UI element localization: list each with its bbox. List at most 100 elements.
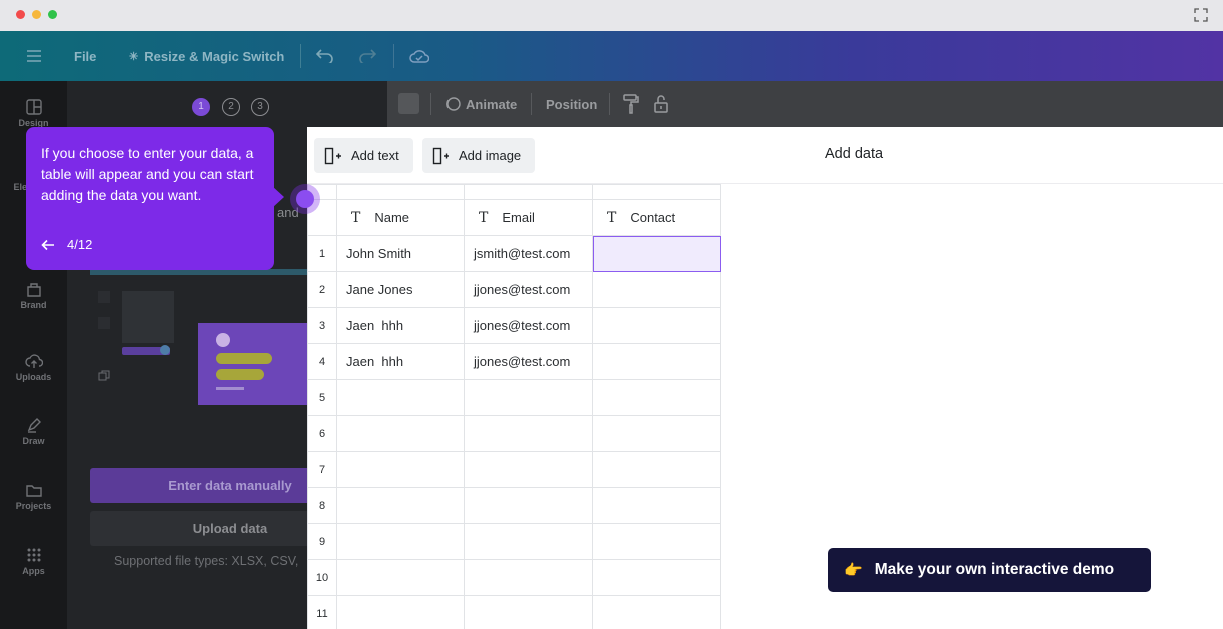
minimize-window-dot[interactable] (32, 10, 41, 19)
tooltip-text: If you choose to enter your data, a tabl… (41, 143, 263, 206)
cell-contact[interactable] (593, 452, 721, 488)
cloud-saved-icon[interactable] (409, 31, 429, 81)
cell-contact-selected[interactable] (593, 236, 721, 272)
cell-contact[interactable] (593, 308, 721, 344)
cell-name[interactable] (337, 380, 465, 416)
rail-item-brand[interactable]: Brand (0, 281, 67, 310)
cell-email[interactable]: jjones@test.com (465, 344, 593, 380)
cell-contact[interactable] (593, 380, 721, 416)
column-handle (593, 185, 721, 200)
cell-name[interactable]: John Smith (337, 236, 465, 272)
rail-item-design[interactable]: Design (0, 99, 67, 128)
column-header-name[interactable]: TName (337, 200, 465, 236)
cell-name[interactable]: Jane Jones (337, 272, 465, 308)
maximize-window-dot[interactable] (48, 10, 57, 19)
row-number: 2 (308, 272, 337, 308)
cell-contact[interactable] (593, 560, 721, 596)
column-label: Contact (630, 210, 675, 225)
cell-email[interactable] (465, 560, 593, 596)
step-indicator-3: 3 (251, 98, 269, 116)
rail-item-draw[interactable]: Draw (0, 417, 67, 446)
cell-name[interactable] (337, 452, 465, 488)
table-row: 1 John Smith jsmith@test.com (308, 236, 721, 272)
column-header-contact[interactable]: TContact (593, 200, 721, 236)
cell-name[interactable] (337, 488, 465, 524)
fullscreen-icon[interactable] (1194, 8, 1208, 22)
cell-email[interactable] (465, 452, 593, 488)
rail-item-projects[interactable]: Projects (0, 482, 67, 511)
rail-label: Draw (22, 436, 44, 446)
add-text-label: Add text (351, 148, 399, 163)
cell-name[interactable] (337, 416, 465, 452)
rail-item-uploads[interactable]: Uploads (0, 353, 67, 382)
hotspot-beacon[interactable] (290, 184, 320, 214)
lock-icon[interactable] (653, 81, 669, 127)
window-chrome (0, 0, 1223, 31)
cell-name[interactable] (337, 560, 465, 596)
add-column-icon (432, 147, 450, 165)
cell-email[interactable] (465, 596, 593, 629)
cell-name[interactable] (337, 596, 465, 629)
redo-icon[interactable] (358, 31, 376, 81)
arrow-left-icon[interactable] (41, 239, 55, 251)
table-row: 8 (308, 488, 721, 524)
tooltip-pointer (272, 186, 284, 208)
cell-contact[interactable] (593, 344, 721, 380)
rail-label: Uploads (16, 372, 52, 382)
add-image-button[interactable]: Add image (422, 138, 535, 173)
cell-email[interactable] (465, 380, 593, 416)
cell-contact[interactable] (593, 488, 721, 524)
cell-email[interactable] (465, 416, 593, 452)
make-demo-cta-button[interactable]: 👉 Make your own interactive demo (828, 548, 1151, 592)
row-number: 1 (308, 236, 337, 272)
add-text-button[interactable]: Add text (314, 138, 413, 173)
row-number: 9 (308, 524, 337, 560)
cell-contact[interactable] (593, 272, 721, 308)
color-swatch[interactable] (398, 93, 419, 114)
data-editor-title: Add data (825, 146, 883, 162)
table-row: 11 (308, 596, 721, 629)
table-row: 6 (308, 416, 721, 452)
cell-name[interactable]: Jaen hhh (337, 344, 465, 380)
table-row: 5 (308, 380, 721, 416)
column-label: Name (374, 210, 409, 225)
resize-label: Resize & Magic Switch (144, 49, 284, 64)
resize-magic-switch-button[interactable]: ✳ Resize & Magic Switch (129, 31, 284, 81)
step-indicator-1: 1 (192, 98, 210, 116)
row-number: 7 (308, 452, 337, 488)
layout-icon (26, 99, 42, 115)
cell-email[interactable]: jjones@test.com (465, 308, 593, 344)
menu-icon[interactable] (26, 31, 42, 81)
cell-contact[interactable] (593, 524, 721, 560)
undo-icon[interactable] (316, 31, 334, 81)
rail-item-apps[interactable]: Apps (0, 547, 67, 576)
cell-name[interactable]: Jaen hhh (337, 308, 465, 344)
file-menu[interactable]: File (74, 31, 96, 81)
column-header-email[interactable]: T Email (465, 200, 593, 236)
tooltip-progress: 4/12 (67, 237, 92, 252)
cell-email[interactable]: jjones@test.com (465, 272, 593, 308)
data-editor-header: Add text Add image Add data (307, 127, 1223, 184)
table-row: 4 Jaen hhh jjones@test.com (308, 344, 721, 380)
table-row: 7 (308, 452, 721, 488)
cell-email[interactable] (465, 488, 593, 524)
table-row: 3 Jaen hhh jjones@test.com (308, 308, 721, 344)
cloud-upload-icon (25, 353, 43, 369)
cell-contact[interactable] (593, 416, 721, 452)
close-window-dot[interactable] (16, 10, 25, 19)
table-row: 2 Jane Jones jjones@test.com (308, 272, 721, 308)
cell-email[interactable]: jsmith@test.com (465, 236, 593, 272)
cell-email[interactable] (465, 524, 593, 560)
text-type-icon: T (479, 210, 488, 226)
cell-contact[interactable] (593, 596, 721, 629)
column-handle (337, 185, 465, 200)
animate-button[interactable]: Animate (444, 81, 517, 127)
copy-icon (98, 369, 110, 381)
column-label: Email (502, 210, 535, 225)
paint-roller-icon[interactable] (623, 81, 639, 127)
topbar-divider (393, 44, 394, 68)
rail-label: Projects (16, 501, 52, 511)
toolbar-divider (609, 93, 610, 115)
position-button[interactable]: Position (546, 81, 597, 127)
cell-name[interactable] (337, 524, 465, 560)
